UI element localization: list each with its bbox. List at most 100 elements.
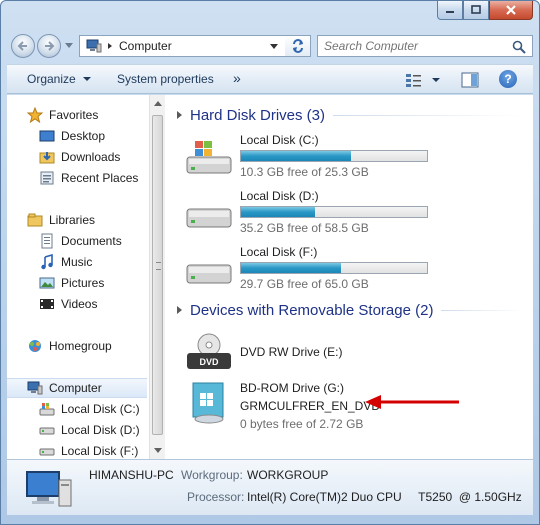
nav-computer[interactable]: Computer: [7, 378, 147, 398]
nav-music-label: Music: [61, 255, 93, 269]
chevron-right-icon[interactable]: [106, 42, 114, 50]
dvd-icon-label: DVD: [199, 357, 219, 367]
nav-recent-places[interactable]: Recent Places: [7, 168, 147, 188]
group-header-removable[interactable]: Devices with Removable Storage (2): [177, 299, 523, 321]
nav-local-disk-f-label: Local Disk (F:): [61, 444, 139, 458]
processor-value: Intel(R) Core(TM)2 Duo CPU T5250 @ 1.50G…: [247, 490, 522, 504]
drive-free-space: 10.3 GB free of 25.3 GB: [240, 165, 369, 179]
group-header-removable-label: Devices with Removable Storage (2): [190, 301, 434, 319]
computer-icon: [26, 471, 72, 507]
homegroup-icon: [27, 338, 43, 354]
drive-icon: [186, 208, 232, 228]
processor-label: Processor:: [187, 490, 245, 504]
nav-desktop-label: Desktop: [61, 129, 106, 143]
scroll-thumb[interactable]: [152, 115, 163, 435]
back-button[interactable]: [11, 34, 35, 58]
nav-downloads[interactable]: Downloads: [7, 147, 147, 167]
view-dropdown-icon[interactable]: [432, 76, 440, 84]
scroll-up-icon[interactable]: [154, 101, 162, 106]
recent-places-icon: [39, 170, 55, 186]
workgroup-value: WORKGROUP: [247, 468, 329, 482]
nav-downloads-label: Downloads: [61, 150, 121, 164]
preview-pane-icon[interactable]: [461, 72, 479, 88]
drive-name: Local Disk (F:): [240, 245, 318, 259]
drive-bd-rom-g[interactable]: BD-ROM Drive (G:) GRMCULFRER_EN_DVD 0 by…: [185, 377, 525, 431]
close-icon: [506, 5, 516, 15]
address-dropdown-icon[interactable]: [270, 42, 278, 50]
arrow-right-icon: [45, 41, 55, 51]
nav-recent-places-label: Recent Places: [61, 171, 139, 185]
group-header-hard-disks[interactable]: Hard Disk Drives (3): [177, 104, 523, 126]
system-properties-button[interactable]: System properties: [117, 72, 214, 86]
documents-icon: [39, 233, 55, 249]
group-header-hard-disks-label: Hard Disk Drives (3): [190, 106, 326, 124]
drive-local-disk-f[interactable]: Local Disk (F:) 29.7 GB free of 65.0 GB: [185, 241, 525, 293]
nav-favorites-label: Favorites: [49, 108, 99, 122]
drive-icon: [186, 264, 232, 284]
nav-local-disk-d[interactable]: Local Disk (D:): [7, 420, 147, 440]
computer-icon: [86, 39, 102, 53]
usage-bar: [240, 206, 428, 218]
nav-documents-label: Documents: [61, 234, 122, 248]
refresh-button[interactable]: [285, 35, 311, 57]
close-button[interactable]: [489, 1, 533, 20]
drive-local-disk-d[interactable]: Local Disk (D:) 35.2 GB free of 58.5 GB: [185, 185, 525, 237]
group-divider: [441, 309, 523, 311]
nav-videos[interactable]: Videos: [7, 294, 147, 314]
maximize-button[interactable]: [463, 1, 489, 20]
search-input[interactable]: [324, 39, 504, 53]
nav-homegroup-label: Homegroup: [49, 339, 112, 353]
nav-pictures[interactable]: Pictures: [7, 273, 147, 293]
nav-local-disk-d-label: Local Disk (D:): [61, 423, 140, 437]
drive-dvd-rw-e[interactable]: DVD DVD RW Drive (E:): [185, 325, 525, 377]
nav-local-disk-f[interactable]: Local Disk (F:): [7, 441, 147, 459]
nav-local-disk-c[interactable]: Local Disk (C:): [7, 399, 147, 419]
music-note-icon: [39, 254, 55, 270]
nav-documents[interactable]: Documents: [7, 231, 147, 251]
drive-volume-label: GRMCULFRER_EN_DVD: [240, 399, 381, 413]
drive-local-disk-c[interactable]: Local Disk (C:) 10.3 GB free of 25.3 GB: [185, 129, 525, 181]
pc-name: HIMANSHU-PC: [89, 468, 174, 482]
drive-icon: [39, 422, 55, 438]
content-area: Favorites Desktop Downloads Recent Place…: [7, 95, 533, 459]
search-field[interactable]: [317, 35, 533, 57]
usage-bar-fill: [241, 207, 316, 217]
help-icon: ?: [504, 72, 512, 86]
nav-music[interactable]: Music: [7, 252, 147, 272]
organize-label: Organize: [27, 72, 76, 86]
more-commands-button[interactable]: »: [233, 70, 241, 86]
nav-videos-label: Videos: [61, 297, 98, 311]
search-icon[interactable]: [512, 40, 526, 54]
nav-pictures-label: Pictures: [61, 276, 105, 290]
navigation-scrollbar[interactable]: [149, 95, 165, 459]
minimize-button[interactable]: [437, 1, 463, 20]
scroll-down-icon[interactable]: [154, 448, 162, 453]
recent-pages-dropdown[interactable]: [65, 41, 73, 49]
forward-button[interactable]: [37, 34, 61, 58]
group-divider: [333, 114, 523, 116]
nav-desktop[interactable]: Desktop: [7, 126, 147, 146]
change-view-icon[interactable]: [405, 72, 423, 88]
computer-icon: [27, 380, 43, 396]
chevron-down-icon: [83, 77, 92, 81]
downloads-folder-icon: [39, 149, 55, 165]
nav-libraries[interactable]: Libraries: [7, 210, 147, 230]
refresh-icon: [292, 39, 303, 53]
nav-homegroup[interactable]: Homegroup: [7, 336, 147, 356]
usage-bar: [240, 262, 428, 274]
desktop-icon: [39, 128, 55, 144]
usage-bar-fill: [241, 151, 351, 161]
star-icon: [27, 107, 43, 123]
drive-name: BD-ROM Drive (G:): [240, 381, 344, 395]
drive-name: DVD RW Drive (E:): [240, 345, 343, 359]
usage-bar-fill: [241, 263, 342, 273]
file-list-pane: Hard Disk Drives (3) Local Disk (C:) 10.…: [167, 95, 533, 459]
nav-favorites[interactable]: Favorites: [7, 105, 147, 125]
annotation-arrow-icon: [365, 395, 459, 409]
address-bar[interactable]: Computer: [79, 35, 311, 57]
collapse-icon: [177, 111, 182, 119]
help-button[interactable]: ?: [499, 70, 517, 88]
details-pane: HIMANSHU-PC Workgroup: WORKGROUP Process…: [7, 459, 533, 515]
organize-button[interactable]: Organize: [27, 72, 92, 86]
breadcrumb-computer[interactable]: Computer: [119, 39, 172, 53]
